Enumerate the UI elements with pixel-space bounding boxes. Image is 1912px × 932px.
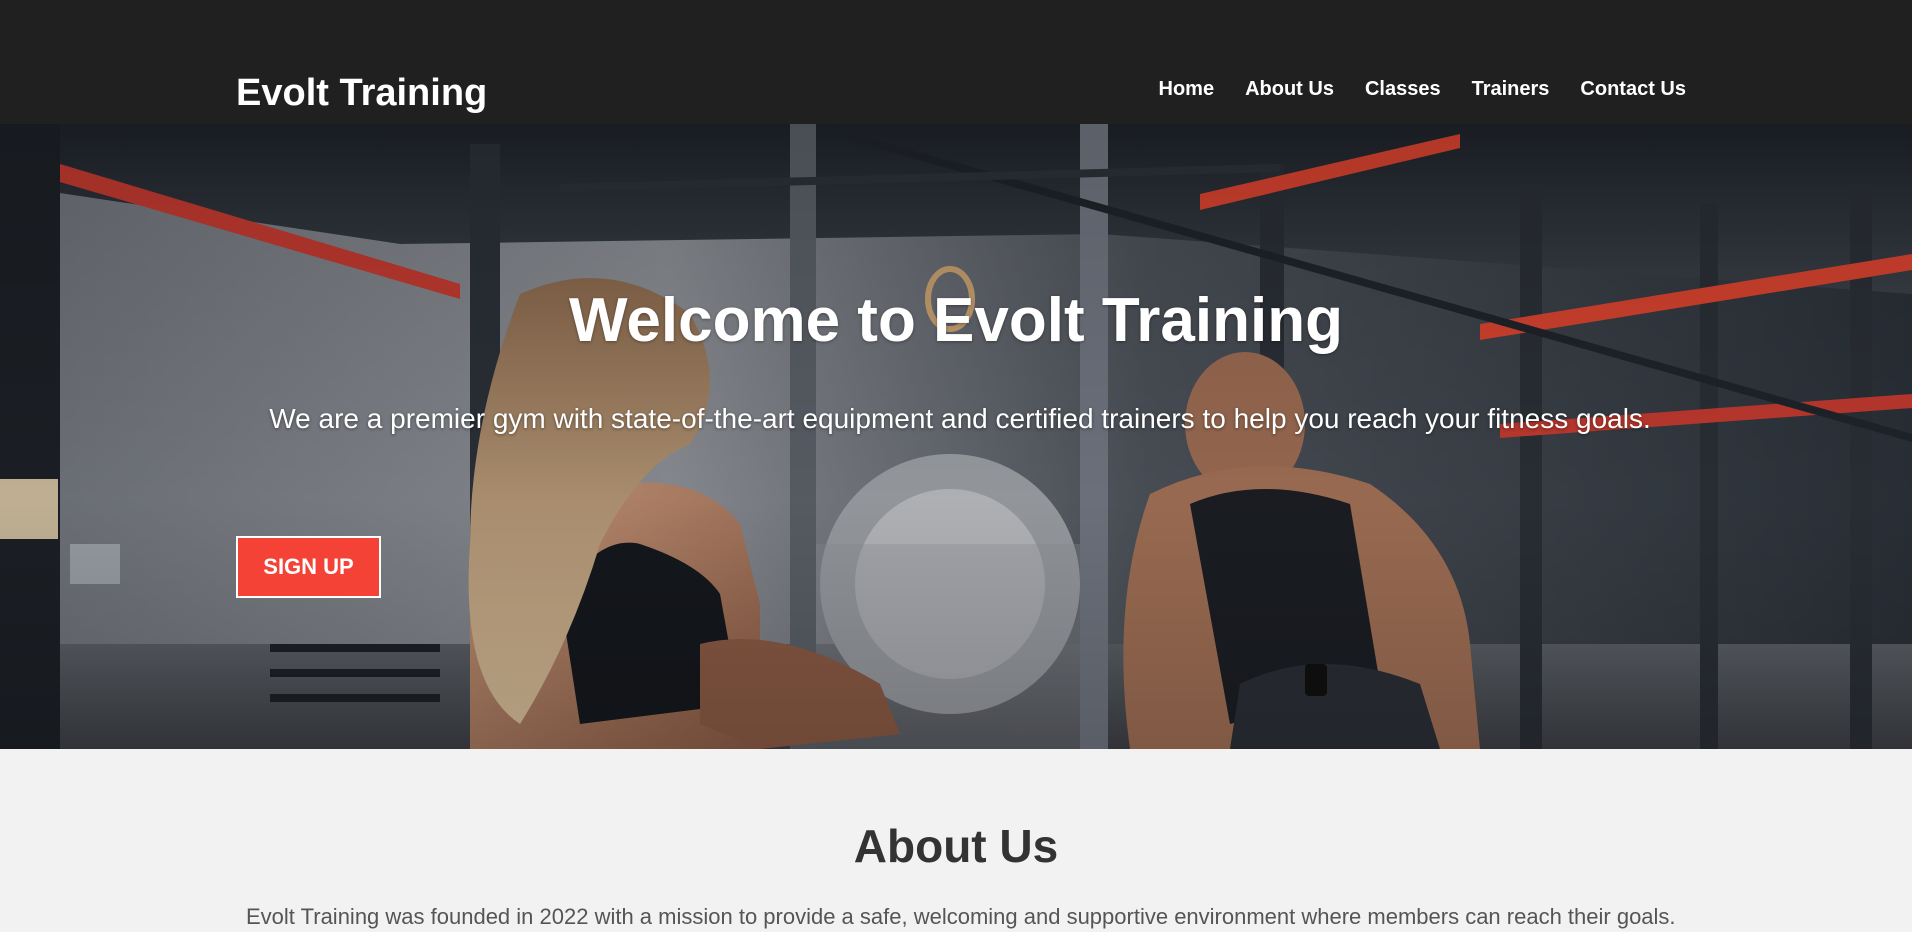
main-nav: Home About Us Classes Trainers Contact U… [1159, 76, 1687, 102]
nav-link-classes[interactable]: Classes [1365, 78, 1441, 100]
nav-link-home[interactable]: Home [1159, 78, 1215, 100]
site-logo[interactable]: Evolt Training [236, 70, 487, 116]
about-section-title: About Us [853, 820, 1059, 872]
site-header: Evolt Training Home About Us Classes Tra… [0, 0, 1912, 124]
nav-item: Classes [1365, 76, 1441, 102]
nav-link-trainers[interactable]: Trainers [1472, 78, 1550, 100]
nav-link-contact-us[interactable]: Contact Us [1580, 78, 1686, 100]
nav-link-about-us[interactable]: About Us [1245, 78, 1334, 100]
about-section-text: Evolt Training was founded in 2022 with … [246, 904, 1676, 929]
nav-item: About Us [1245, 76, 1334, 102]
hero-section: Welcome to Evolt Training We are a premi… [0, 124, 1912, 749]
hero-title: Welcome to Evolt Training [569, 286, 1343, 355]
nav-item: Trainers [1472, 76, 1550, 102]
nav-item: Home [1159, 76, 1215, 102]
nav-item: Contact Us [1580, 76, 1686, 102]
sign-up-button[interactable]: SIGN UP [236, 536, 381, 598]
hero-subtitle: We are a premier gym with state-of-the-a… [269, 403, 1651, 434]
